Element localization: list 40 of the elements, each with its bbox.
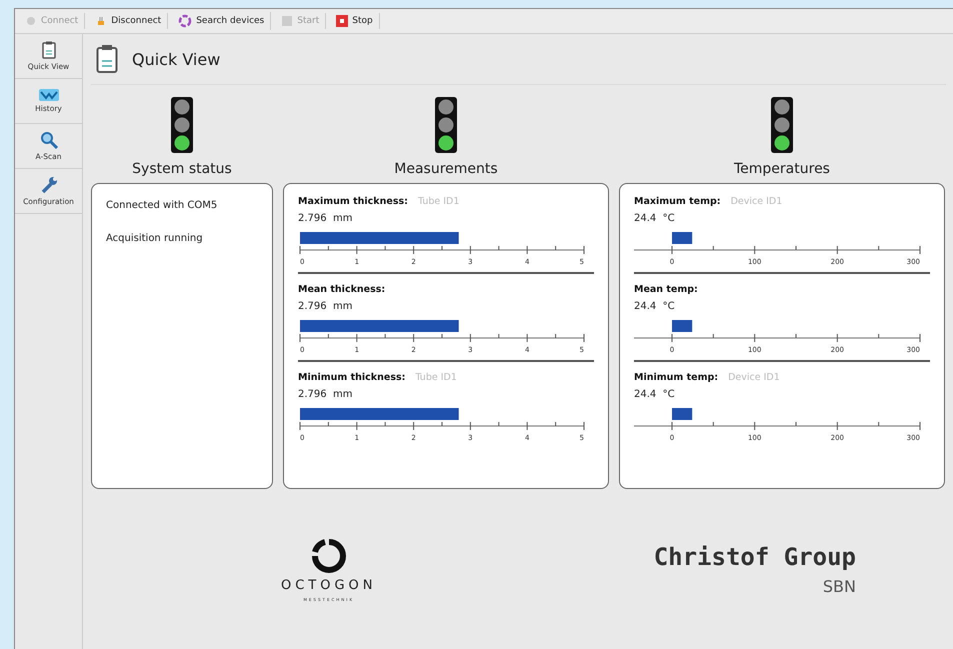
stop-icon [336,15,348,27]
meter-value: 2.796 mm [298,301,354,312]
page-title: Quick View [132,50,220,68]
meter-value: 2.796 mm [298,389,354,400]
meter-value: 24.4 °C [634,301,676,312]
meter-bar [672,320,692,332]
logo-text: OCTOGON [281,578,377,592]
source-label: Device ID1 [730,196,782,207]
meter-label: Minimum temp: [634,372,718,383]
source-label: Device ID1 [728,372,780,383]
meter-value: 2.796 mm [298,213,354,224]
meter-label: Mean temp: [634,284,698,295]
panel-title: Measurements [394,161,498,177]
source-label: Tube ID1 [415,372,457,383]
source-label: Tube ID1 [418,196,460,207]
clipboard-icon [96,44,118,74]
meter-label: Minimum thickness: [298,372,406,383]
status-text: Acquisition running [106,233,204,244]
start-icon [281,15,294,27]
search-icon [40,131,58,149]
toolbar-button[interactable]: Search devices [172,12,272,30]
brand-subtitle: SBN [822,577,856,596]
meter-label: Maximum temp: [634,196,721,207]
meter-value: 24.4 °C [634,389,676,400]
status-text: Connected with COM5 [106,200,218,211]
toolbar-button[interactable]: Stop [330,13,380,29]
wave-icon [38,89,58,101]
toolbar-button[interactable]: Disconnect [89,13,168,29]
meter-value: 24.4 °C [634,213,676,224]
wrench-icon [40,176,58,194]
refresh-icon [178,14,192,28]
clipboard-icon [42,41,56,59]
meter-label: Maximum thickness: [298,196,408,207]
meter-bar [672,232,692,244]
panel-title: System status [132,161,232,177]
panel-title: Temperatures [734,161,830,177]
brand-name: Christof Group [654,543,856,571]
meter-label: Mean thickness: [298,284,386,295]
meter-bar [672,408,692,420]
ring-logo-icon [310,538,347,574]
